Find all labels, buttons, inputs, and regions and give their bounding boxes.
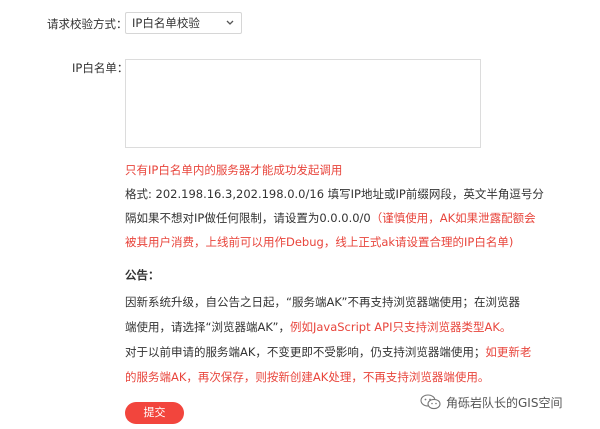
notice-line3: 对于以前申请的服务端AK，不变更即不受影响，仍支持浏览器端使用；如更新老 <box>125 345 531 359</box>
notice-line2-text: 端使用，请选择“浏览器端AK”， <box>125 320 290 334</box>
notice-line1: 因新系统升级，自公告之日起，“服务端AK”不再支持浏览器端使用；在浏览器 <box>125 295 520 309</box>
verify-method-value: IP白名单校验 <box>132 16 200 30</box>
notice-line3-text: 对于以前申请的服务端AK，不变更即不受影响，仍支持浏览器端使用； <box>125 345 486 359</box>
chevron-down-icon <box>226 20 234 25</box>
notice-title: 公告： <box>125 268 160 282</box>
ip-whitelist-label: IP白名单： <box>72 61 129 75</box>
format-hint-text: 隔如果不想对IP做任何限制，请设置为0.0.0.0/0 <box>125 211 371 225</box>
format-hint-caution: （谨慎使用，AK如果泄露配额会 <box>370 211 536 225</box>
wechat-icon <box>420 394 441 410</box>
format-hint-line1: 格式: 202.198.16.3,202.198.0.0/16 填写IP地址或I… <box>125 187 544 201</box>
watermark-text: 角砾岩队长的GIS空间 <box>446 396 563 410</box>
whitelist-warning: 只有IP白名单内的服务器才能成功发起调用 <box>125 163 343 177</box>
notice-line4: 的服务端AK，再次保存，则按新创建AK处理，不再支持浏览器端使用。 <box>125 370 490 384</box>
format-hint-line2: 隔如果不想对IP做任何限制，请设置为0.0.0.0/0（谨慎使用，AK如果泄露配… <box>125 211 536 225</box>
submit-button[interactable]: 提交 <box>125 402 184 424</box>
ip-whitelist-input[interactable] <box>125 59 481 148</box>
notice-line2: 端使用，请选择“浏览器端AK”，例如JavaScript API只支持浏览器类型… <box>125 320 511 334</box>
notice-line3-highlight: 如更新老 <box>485 345 532 359</box>
verify-method-label: 请求校验方式： <box>47 17 128 31</box>
format-hint-line3: 被其用户消费，上线前可以用作Debug，线上正式ak请设置合理的IP白名单) <box>125 235 514 249</box>
notice-line2-highlight: 例如JavaScript API只支持浏览器类型AK。 <box>289 320 512 334</box>
verify-method-select[interactable]: IP白名单校验 <box>125 12 242 34</box>
